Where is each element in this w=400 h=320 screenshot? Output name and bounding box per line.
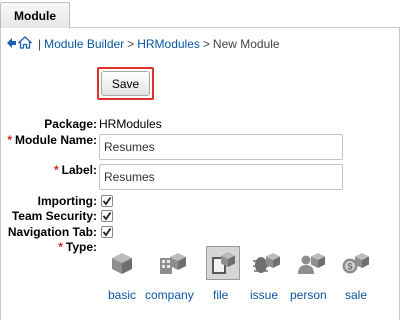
tab-module[interactable]: Module xyxy=(0,2,70,29)
breadcrumb-arrow: > xyxy=(202,37,210,51)
module-name-input[interactable] xyxy=(99,134,343,160)
person-icon xyxy=(295,246,329,280)
type-option-company[interactable]: company xyxy=(145,246,194,306)
home-icon[interactable] xyxy=(17,36,33,52)
type-option-file[interactable]: file xyxy=(205,246,241,306)
package-label: Package: xyxy=(44,117,97,131)
type-label-company: company xyxy=(145,288,194,302)
navigation-tab-checkbox[interactable] xyxy=(101,226,113,238)
required-marker: * xyxy=(58,240,63,254)
type-label-basic: basic xyxy=(107,288,136,302)
type-label: * Type: xyxy=(58,240,97,254)
file-icon xyxy=(206,246,240,280)
type-label-sale: sale xyxy=(345,288,368,302)
navigation-tab-label: Navigation Tab: xyxy=(7,225,97,239)
breadcrumb-hrmodules[interactable]: HRModules xyxy=(137,37,200,51)
checkmark-icon xyxy=(102,211,112,221)
module-name-label: * Module Name: xyxy=(7,133,97,147)
importing-row: Importing: xyxy=(0,194,400,210)
team-security-label: Team Security: xyxy=(11,209,97,223)
package-row: Package: HRModules xyxy=(0,117,400,133)
label-label: * Label: xyxy=(53,163,97,177)
required-marker: * xyxy=(53,163,59,177)
issue-icon xyxy=(250,246,284,280)
breadcrumb: | Module Builder > HRModules > New Modul… xyxy=(6,35,280,53)
navigation-tab-row: Navigation Tab: xyxy=(0,225,400,241)
importing-label: Importing: xyxy=(37,194,97,208)
type-label-issue: issue xyxy=(250,288,279,302)
breadcrumb-module-builder[interactable]: Module Builder xyxy=(44,37,124,51)
type-label-file: file xyxy=(213,288,229,302)
breadcrumb-separator: | xyxy=(38,37,42,51)
cube-icon xyxy=(105,246,139,280)
breadcrumb-current: New Module xyxy=(212,37,280,51)
package-value: HRModules xyxy=(99,117,162,131)
tab-strip: Module xyxy=(0,0,400,29)
team-security-checkbox[interactable] xyxy=(101,210,113,222)
checkmark-icon xyxy=(102,196,112,206)
sale-icon: $ xyxy=(339,246,373,280)
company-icon xyxy=(156,246,190,280)
back-arrow-icon[interactable] xyxy=(6,37,17,52)
breadcrumb-arrow: > xyxy=(127,37,135,51)
svg-text:$: $ xyxy=(347,262,352,272)
type-option-person[interactable]: person xyxy=(290,246,330,306)
label-input[interactable] xyxy=(99,164,343,190)
team-security-row: Team Security: xyxy=(0,209,400,225)
type-option-sale[interactable]: $ sale xyxy=(338,246,374,306)
checkmark-icon xyxy=(102,227,112,237)
type-label-person: person xyxy=(290,288,327,302)
type-option-basic[interactable]: basic xyxy=(104,246,140,306)
importing-checkbox[interactable] xyxy=(101,195,113,207)
save-button[interactable]: Save xyxy=(101,71,150,96)
save-button-highlight: Save xyxy=(97,67,154,100)
required-marker: * xyxy=(7,133,12,147)
type-option-issue[interactable]: issue xyxy=(249,246,285,306)
